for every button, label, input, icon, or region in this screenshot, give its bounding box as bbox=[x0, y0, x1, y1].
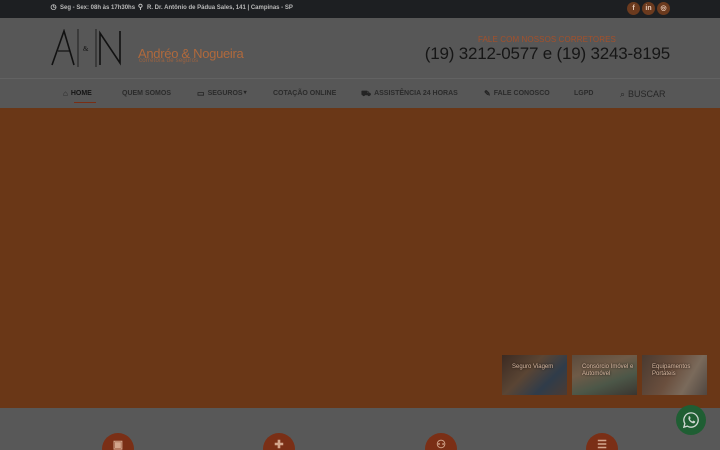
business-hours-text: Seg - Sex: 08h às 17h30hs bbox=[60, 4, 136, 11]
search-icon: ⌕ bbox=[620, 88, 626, 99]
call-label: FALE COM NOSSOS CORRETORES bbox=[477, 35, 616, 44]
phone-numbers[interactable]: (19) 3212-0577 e (19) 3243-8195 bbox=[425, 44, 670, 64]
nav-item-cotacao-label: COTAÇÃO ONLINE bbox=[273, 90, 337, 97]
top-bar: ◷ Seg - Sex: 08h às 17h30hs ⚲ R. Dr. Ant… bbox=[0, 0, 720, 18]
nav-item-lgpd[interactable]: LGPD bbox=[574, 90, 593, 97]
logo[interactable]: & bbox=[50, 29, 124, 67]
brand-tagline: corretora de seguros bbox=[139, 58, 199, 64]
svg-text:&: & bbox=[83, 45, 89, 53]
chevron-down-icon: ▾ bbox=[243, 90, 247, 96]
facebook-icon[interactable]: f bbox=[627, 2, 640, 15]
nav-item-home[interactable]: ⌂ HOME bbox=[63, 89, 92, 98]
address-text: R. Dr. Antônio de Pádua Sales, 141 | Cam… bbox=[147, 4, 293, 11]
nav-item-assistencia-label: ASSISTÊNCIA 24 HORAS bbox=[374, 90, 458, 97]
truck-icon: ⛟ bbox=[361, 89, 372, 98]
nav-item-quem-somos-label: QUEM SOMOS bbox=[122, 90, 172, 97]
nav-item-fale-conosco[interactable]: ✎ FALE CONOSCO bbox=[484, 89, 550, 98]
location-pin-icon: ⚲ bbox=[137, 4, 144, 11]
thumbnail-caption: Consórcio Imóvel e Automóvel bbox=[582, 364, 634, 377]
whatsapp-button[interactable] bbox=[676, 405, 706, 435]
business-hours: ◷ Seg - Sex: 08h às 17h30hs bbox=[50, 4, 135, 11]
nav-item-lgpd-label: LGPD bbox=[574, 90, 594, 97]
main-nav: ⌂ HOME QUEM SOMOS ▭ SEGUROS ▾ COTAÇÃO ON… bbox=[0, 78, 720, 108]
slider-thumbnail[interactable]: Seguro Viagem bbox=[502, 355, 567, 395]
medical-kit-icon[interactable]: ✚ bbox=[263, 433, 295, 450]
address: ⚲ R. Dr. Antônio de Pádua Sales, 141 | C… bbox=[137, 4, 293, 11]
clock-icon: ◷ bbox=[50, 4, 57, 11]
search-label: BUSCAR bbox=[628, 89, 666, 99]
nav-item-home-label: HOME bbox=[70, 90, 92, 97]
nav-item-seguros[interactable]: ▭ SEGUROS ▾ bbox=[197, 89, 247, 98]
search-button[interactable]: ⌕ BUSCAR bbox=[620, 89, 666, 99]
users-icon[interactable]: ⚇ bbox=[425, 433, 457, 450]
whatsapp-icon bbox=[682, 412, 699, 429]
thumbnail-caption: Equipamentos Portáteis bbox=[652, 364, 691, 377]
nav-item-fale-conosco-label: FALE CONOSCO bbox=[493, 90, 550, 97]
list-icon[interactable]: ☰ bbox=[586, 433, 618, 450]
active-indicator bbox=[74, 102, 96, 103]
folder-icon: ▭ bbox=[197, 89, 205, 98]
nav-item-cotacao-online[interactable]: COTAÇÃO ONLINE bbox=[273, 90, 336, 97]
id-card-icon[interactable]: ▣ bbox=[102, 433, 134, 450]
slider-thumbnail[interactable]: Equipamentos Portáteis bbox=[642, 355, 707, 395]
slider-thumbnail[interactable]: Consórcio Imóvel e Automóvel bbox=[572, 355, 637, 395]
instagram-icon[interactable]: ◎ bbox=[657, 2, 670, 15]
logo-mark: & bbox=[51, 29, 121, 67]
features-section: ▣ ✚ ⚇ ☰ bbox=[0, 408, 720, 450]
site-header: & Andréo & Nogueira corretora de seguros… bbox=[0, 18, 720, 78]
nav-item-quem-somos[interactable]: QUEM SOMOS bbox=[122, 90, 171, 97]
nav-item-assistencia[interactable]: ⛟ ASSISTÊNCIA 24 HORAS bbox=[361, 89, 458, 98]
thumbnail-caption: Seguro Viagem bbox=[512, 364, 554, 370]
linkedin-icon[interactable]: in bbox=[642, 2, 655, 15]
edit-icon: ✎ bbox=[484, 89, 491, 98]
nav-item-seguros-label: SEGUROS bbox=[207, 90, 243, 97]
home-icon: ⌂ bbox=[63, 89, 68, 98]
hero-slider: Seguro Viagem Consórcio Imóvel e Automóv… bbox=[0, 108, 720, 408]
